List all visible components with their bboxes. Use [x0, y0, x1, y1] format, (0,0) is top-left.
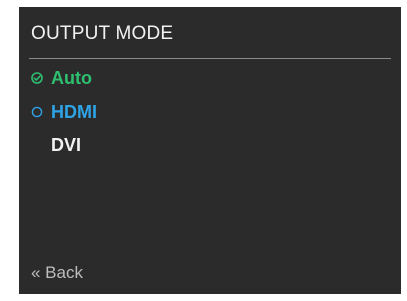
menu-item-label: Auto: [51, 67, 92, 88]
panel-title: OUTPUT MODE: [31, 23, 174, 44]
title-divider: [29, 58, 391, 59]
menu-item-auto[interactable]: Auto: [31, 67, 92, 89]
menu-item-label: DVI: [51, 134, 82, 155]
check-circle-icon: [31, 72, 43, 84]
blank-icon-space: [31, 139, 43, 151]
ring-icon: [31, 106, 43, 118]
menu-item-label: HDMI: [51, 101, 97, 122]
back-button[interactable]: « Back: [31, 263, 83, 283]
menu-item-dvi[interactable]: DVI: [31, 134, 81, 156]
menu-item-hdmi[interactable]: HDMI: [31, 101, 97, 123]
output-mode-panel: OUTPUT MODE Auto HDMI DVI « Back: [19, 7, 401, 294]
